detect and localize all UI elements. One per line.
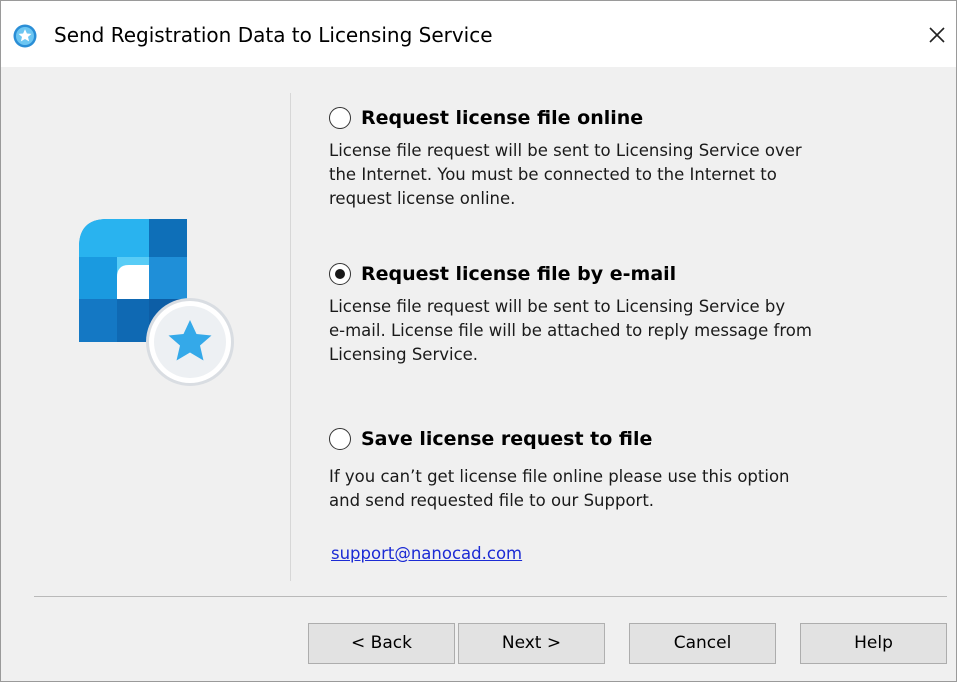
back-button[interactable]: < Back bbox=[308, 623, 455, 664]
radio-save-to-file[interactable] bbox=[329, 428, 351, 450]
description-line: and send requested file to our Support. bbox=[329, 491, 655, 510]
description-line: License file request will be sent to Lic… bbox=[329, 297, 786, 316]
radio-request-online[interactable] bbox=[329, 107, 351, 129]
option-label[interactable]: Request license file online bbox=[361, 104, 643, 132]
option-save-to-file[interactable]: Save license request to file If you can’… bbox=[329, 425, 909, 513]
description-line: Licensing Service. bbox=[329, 345, 479, 364]
close-icon[interactable] bbox=[919, 17, 955, 53]
nanocad-logo-icon bbox=[79, 219, 234, 386]
option-label[interactable]: Request license file by e-mail bbox=[361, 260, 676, 288]
star-badge-icon bbox=[13, 24, 37, 48]
cancel-button[interactable]: Cancel bbox=[629, 623, 776, 664]
option-description: If you can’t get license file online ple… bbox=[329, 465, 889, 513]
radio-selected-dot bbox=[335, 269, 345, 279]
option-header[interactable]: Save license request to file bbox=[329, 425, 909, 453]
option-header[interactable]: Request license file by e-mail bbox=[329, 260, 909, 288]
window-title: Send Registration Data to Licensing Serv… bbox=[54, 23, 493, 47]
option-label[interactable]: Save license request to file bbox=[361, 425, 652, 453]
help-button[interactable]: Help bbox=[800, 623, 947, 664]
next-button[interactable]: Next > bbox=[458, 623, 605, 664]
option-request-online[interactable]: Request license file online License file… bbox=[329, 104, 909, 211]
option-header[interactable]: Request license file online bbox=[329, 104, 909, 132]
title-bar: Send Registration Data to Licensing Serv… bbox=[1, 1, 956, 67]
description-line: the Internet. You must be connected to t… bbox=[329, 165, 777, 184]
option-description: License file request will be sent to Lic… bbox=[329, 295, 889, 367]
description-line: If you can’t get license file online ple… bbox=[329, 467, 790, 486]
description-line: request license online. bbox=[329, 189, 516, 208]
dialog-window: Send Registration Data to Licensing Serv… bbox=[0, 0, 957, 682]
support-email-link[interactable]: support@nanocad.com bbox=[331, 542, 522, 566]
option-request-email[interactable]: Request license file by e-mail License f… bbox=[329, 260, 909, 367]
vertical-divider bbox=[290, 93, 291, 581]
option-description: License file request will be sent to Lic… bbox=[329, 139, 889, 211]
radio-request-email[interactable] bbox=[329, 263, 351, 285]
description-line: e-mail. License file will be attached to… bbox=[329, 321, 812, 340]
horizontal-divider bbox=[34, 596, 947, 597]
description-line: License file request will be sent to Lic… bbox=[329, 141, 802, 160]
